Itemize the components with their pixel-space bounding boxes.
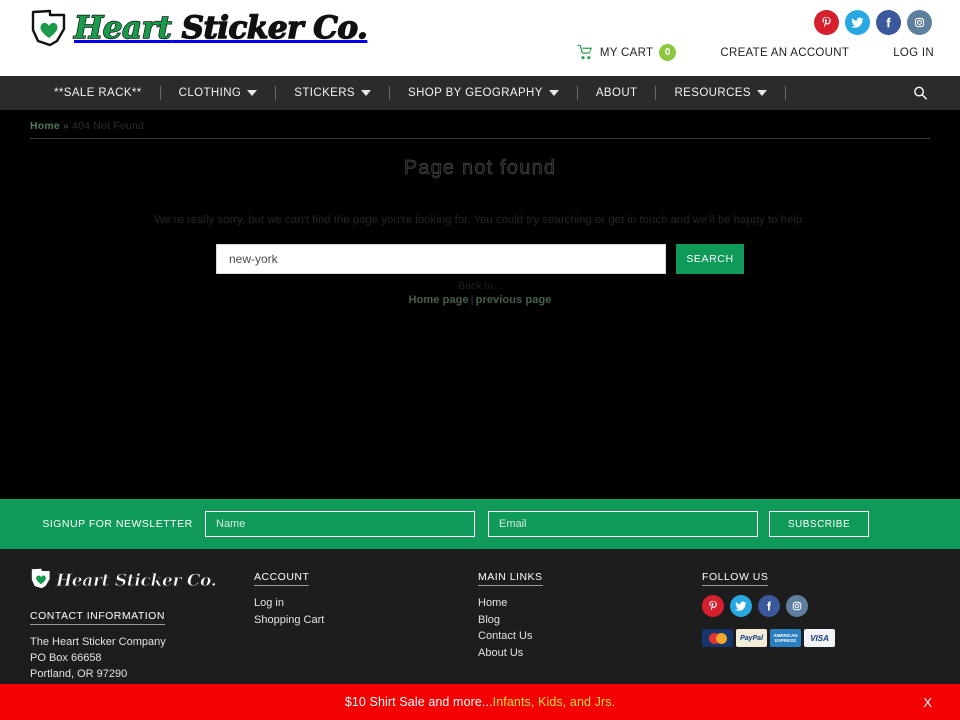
footer-main-links-column: MAIN LINKS Home Blog Contact Us About Us <box>478 567 702 684</box>
footer-address: The Heart Sticker Company PO Box 66658 P… <box>30 634 254 682</box>
chevron-down-icon <box>756 90 767 96</box>
promo-link[interactable]: Infants, Kids, and Jrs. <box>493 695 616 709</box>
footer-logo-wordmark: Heart Sticker Co. <box>56 571 218 592</box>
footer-social-links <box>702 595 930 617</box>
home-page-link[interactable]: Home page <box>408 294 468 306</box>
newsletter-email-input[interactable] <box>488 511 758 537</box>
amex-icon: AMERICAN EXPRESS <box>770 629 802 647</box>
search-input[interactable] <box>216 244 666 274</box>
oregon-heart-icon <box>30 8 68 48</box>
promo-banner: $10 Shirt Sale and more...Infants, Kids,… <box>0 684 960 720</box>
nav-label: STICKERS <box>294 87 355 99</box>
logo-word-sticker-co: Sticker Co. <box>181 9 369 46</box>
cart-icon <box>577 45 594 60</box>
address-line-3: Portland, OR 97290 <box>30 668 128 680</box>
page-root: Heart Sticker Co. MY CART 0 CREATE AN AC… <box>0 0 960 720</box>
facebook-icon[interactable] <box>758 595 781 617</box>
visa-icon: VISA <box>804 629 836 647</box>
instagram-icon[interactable] <box>786 595 809 617</box>
footer-link-contact-us[interactable]: Contact Us <box>478 628 702 645</box>
page-description: We're really sorry, but we can't find th… <box>154 214 806 226</box>
promo-text: $10 Shirt Sale and more... <box>344 695 493 709</box>
nav-item-clothing[interactable]: CLOTHING <box>161 87 276 99</box>
main-navigation: **SALE RACK** CLOTHING STICKERS SHOP BY … <box>0 76 960 110</box>
nav-item-resources[interactable]: RESOURCES <box>656 87 784 99</box>
subscribe-button[interactable]: SUBSCRIBE <box>769 511 869 537</box>
footer-follow-column: FOLLOW US PayPal AMERICAN EXPRESS VISA <box>702 567 930 684</box>
nav-divider <box>784 86 786 100</box>
previous-page-link[interactable]: previous page <box>476 294 552 306</box>
nav-item-sale-rack[interactable]: **SALE RACK** <box>36 87 160 99</box>
newsletter-name-input[interactable] <box>205 511 475 537</box>
site-header: Heart Sticker Co. MY CART 0 CREATE AN AC… <box>0 0 960 76</box>
footer-link-about-us[interactable]: About Us <box>478 645 702 662</box>
paypal-icon: PayPal <box>736 629 768 647</box>
close-icon[interactable]: X <box>923 695 932 710</box>
page-title: Page not found <box>403 157 557 180</box>
pinterest-icon[interactable] <box>702 595 725 617</box>
chevron-down-icon <box>548 90 559 96</box>
nav-label: **SALE RACK** <box>54 87 142 99</box>
breadcrumb: Home» 404 Not Found <box>30 110 930 139</box>
nav-label: SHOP BY GEOGRAPHY <box>408 87 543 99</box>
nav-item-shop-by-geography[interactable]: SHOP BY GEOGRAPHY <box>390 87 577 99</box>
newsletter-signup: SIGNUP FOR NEWSLETTER SUBSCRIBE <box>0 499 960 549</box>
my-cart-label: MY CART <box>599 46 654 59</box>
logo-wordmark: Heart Sticker Co. <box>73 9 369 46</box>
cart-count-badge: 0 <box>659 44 677 61</box>
breadcrumb-separator: » <box>62 120 70 132</box>
mastercard-icon <box>702 629 734 647</box>
nav-item-stickers[interactable]: STICKERS <box>276 87 389 99</box>
footer-main-links-heading: MAIN LINKS <box>478 571 543 586</box>
logo-word-heart: Heart <box>73 9 172 46</box>
footer-link-home[interactable]: Home <box>478 595 702 612</box>
instagram-icon[interactable] <box>907 10 932 35</box>
twitter-icon[interactable] <box>845 10 870 35</box>
back-to-label: Back to... <box>458 280 502 292</box>
footer-contact-heading: CONTACT INFORMATION <box>30 610 165 625</box>
payment-methods: PayPal AMERICAN EXPRESS VISA <box>702 629 930 647</box>
chevron-down-icon <box>247 90 258 96</box>
site-footer: Heart Sticker Co. CONTACT INFORMATION Th… <box>0 549 960 684</box>
search-form: SEARCH <box>0 244 960 274</box>
footer-logo[interactable]: Heart Sticker Co. <box>30 567 254 595</box>
search-icon[interactable] <box>913 86 928 101</box>
footer-contact-column: Heart Sticker Co. CONTACT INFORMATION Th… <box>30 567 254 684</box>
search-button[interactable]: SEARCH <box>676 244 744 274</box>
footer-link-log-in[interactable]: Log in <box>254 595 478 612</box>
header-actions: MY CART 0 CREATE AN ACCOUNT LOG IN <box>577 44 934 61</box>
log-in-link[interactable]: LOG IN <box>893 47 934 59</box>
nav-items: **SALE RACK** CLOTHING STICKERS SHOP BY … <box>0 86 786 100</box>
footer-link-shopping-cart[interactable]: Shopping Cart <box>254 612 478 629</box>
facebook-icon[interactable] <box>876 10 901 35</box>
link-separator: | <box>470 294 474 306</box>
footer-follow-heading: FOLLOW US <box>702 571 769 586</box>
create-account-link[interactable]: CREATE AN ACCOUNT <box>720 47 849 59</box>
twitter-icon[interactable] <box>730 595 753 617</box>
nav-label: RESOURCES <box>674 87 751 99</box>
breadcrumb-current: 404 Not Found <box>72 120 145 132</box>
nav-label: ABOUT <box>595 87 638 99</box>
address-line-2: PO Box 66658 <box>30 652 102 664</box>
breadcrumb-home-link[interactable]: Home <box>30 120 60 132</box>
newsletter-label: SIGNUP FOR NEWSLETTER <box>42 518 193 530</box>
my-cart-link[interactable]: MY CART 0 <box>577 44 677 61</box>
main-content: Page not found We're really sorry, but w… <box>0 139 960 306</box>
footer-link-blog[interactable]: Blog <box>478 612 702 629</box>
nav-label: CLOTHING <box>178 87 242 99</box>
chevron-down-icon <box>361 90 371 96</box>
back-links: Home page | previous page <box>0 294 960 306</box>
site-logo[interactable]: Heart Sticker Co. <box>30 8 369 48</box>
header-social-links <box>814 10 932 35</box>
promo-banner-text: $10 Shirt Sale and more...Infants, Kids,… <box>345 695 615 709</box>
footer-account-heading: ACCOUNT <box>254 571 310 586</box>
pinterest-icon[interactable] <box>814 10 839 35</box>
oregon-heart-icon <box>30 567 52 595</box>
nav-item-about[interactable]: ABOUT <box>578 87 656 99</box>
address-line-1: The Heart Sticker Company <box>30 636 166 648</box>
footer-account-column: ACCOUNT Log in Shopping Cart <box>254 567 478 684</box>
